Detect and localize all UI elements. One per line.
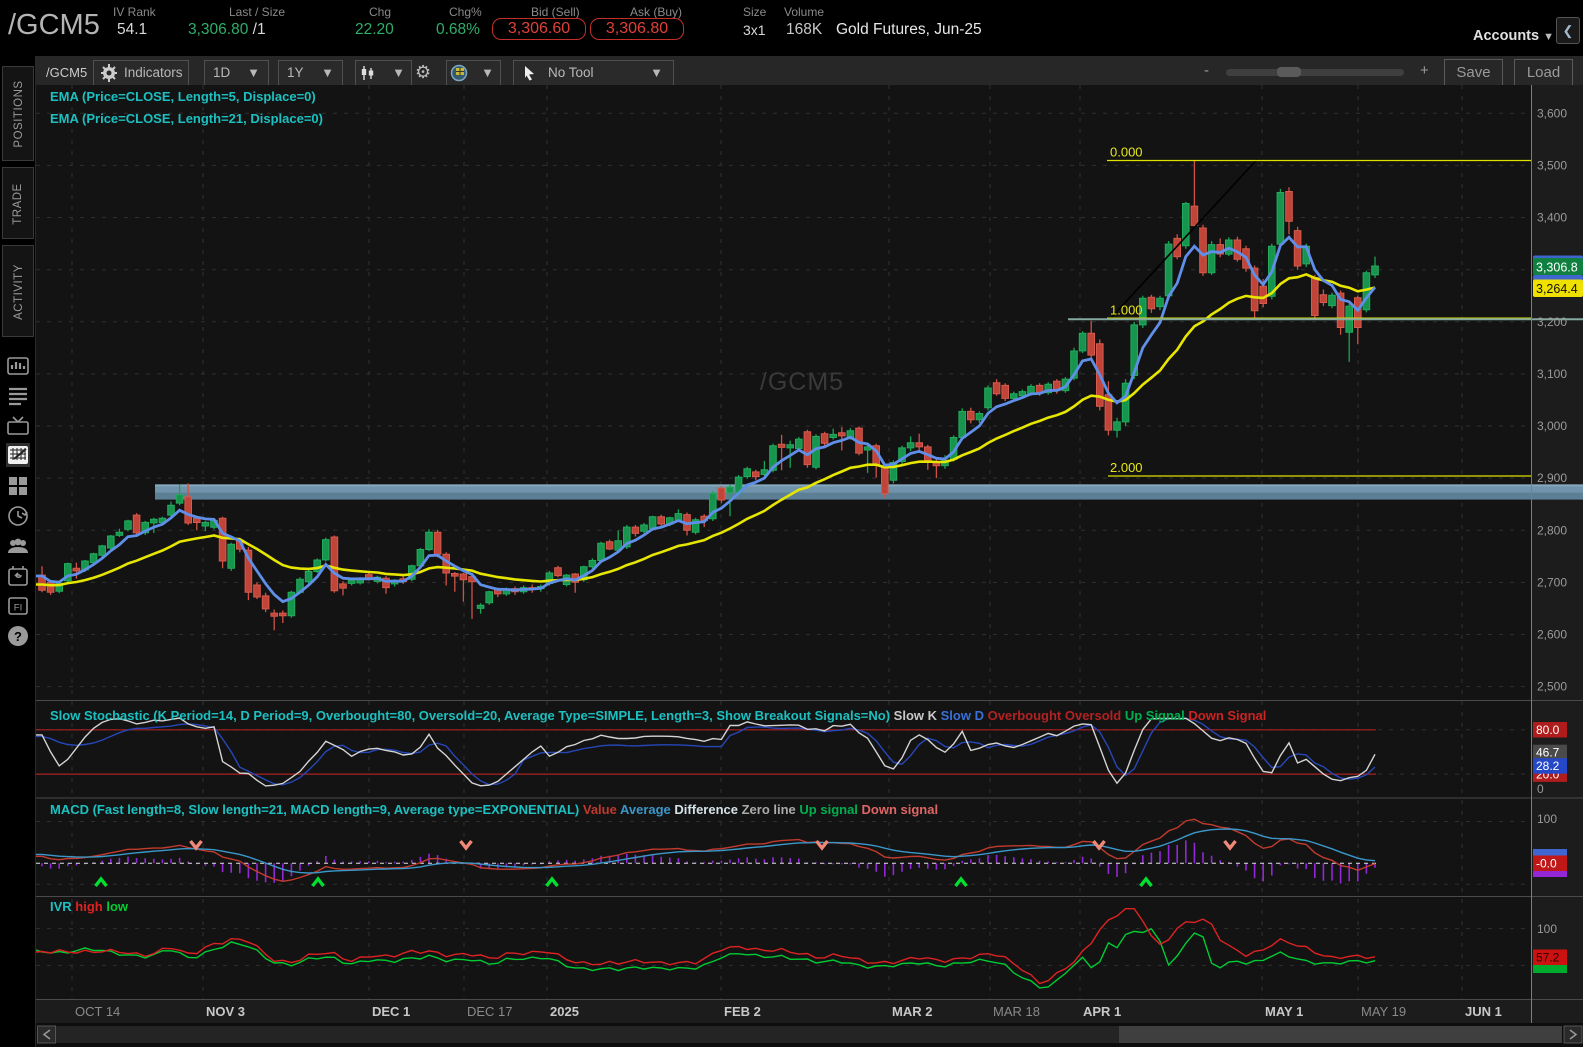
svg-text:DEC 1: DEC 1	[372, 1004, 410, 1019]
svg-text:2.000: 2.000	[1110, 460, 1143, 475]
svg-text:46.7: 46.7	[1536, 746, 1560, 760]
svg-text:3,400: 3,400	[1537, 211, 1567, 225]
svg-text:FI: FI	[14, 603, 22, 614]
svg-text:?: ?	[14, 629, 22, 644]
svg-text:DEC 17: DEC 17	[467, 1004, 513, 1019]
svg-text:1.000: 1.000	[1110, 303, 1143, 318]
svg-text:80.0: 80.0	[1536, 723, 1560, 737]
svg-text:OCT 14: OCT 14	[75, 1004, 120, 1019]
svg-text:/GCM5: /GCM5	[760, 368, 844, 396]
svg-text:FEB 2: FEB 2	[724, 1004, 761, 1019]
svg-text:3,000: 3,000	[1537, 419, 1567, 433]
svg-text:MAR 18: MAR 18	[993, 1004, 1040, 1019]
svg-text:100: 100	[1537, 812, 1557, 826]
svg-text:EMA (Price=CLOSE, Length=5, Di: EMA (Price=CLOSE, Length=5, Displace=0)	[50, 89, 316, 104]
svg-text:2,800: 2,800	[1537, 523, 1567, 537]
svg-text:JUN 1: JUN 1	[1465, 1004, 1502, 1019]
svg-text:3,306.8: 3,306.8	[1536, 261, 1578, 275]
svg-text:57.2: 57.2	[1536, 951, 1560, 965]
svg-text:-0.0: -0.0	[1536, 857, 1557, 871]
svg-text:0: 0	[1537, 782, 1544, 796]
svg-text:3,500: 3,500	[1537, 158, 1567, 172]
svg-text:MACD (Fast length=8, Slow leng: MACD (Fast length=8, Slow length=21, MAC…	[50, 802, 938, 817]
svg-text:3,264.4: 3,264.4	[1536, 282, 1578, 296]
svg-text:2025: 2025	[550, 1004, 579, 1019]
svg-text:MAY 19: MAY 19	[1361, 1004, 1406, 1019]
svg-text:MAY 1: MAY 1	[1265, 1004, 1303, 1019]
svg-text:3,200: 3,200	[1537, 315, 1567, 329]
svg-text:Slow Stochastic (K Period=14,: Slow Stochastic (K Period=14, D Period=9…	[50, 708, 1266, 723]
svg-text:APR 1: APR 1	[1083, 1004, 1121, 1019]
svg-text:MAR 2: MAR 2	[892, 1004, 932, 1019]
svg-text:2,900: 2,900	[1537, 471, 1567, 485]
svg-text:100: 100	[1537, 922, 1557, 936]
svg-text:IVR high low: IVR high low	[50, 899, 129, 914]
svg-text:3,600: 3,600	[1537, 106, 1567, 120]
svg-text:28.2: 28.2	[1536, 759, 1560, 773]
svg-text:0.000: 0.000	[1110, 145, 1143, 160]
svg-text:2,600: 2,600	[1537, 628, 1567, 642]
svg-text:2,500: 2,500	[1537, 680, 1567, 694]
svg-text:3,100: 3,100	[1537, 367, 1567, 381]
svg-text:EMA (Price=CLOSE, Length=21, D: EMA (Price=CLOSE, Length=21, Displace=0)	[50, 111, 323, 126]
svg-text:2,700: 2,700	[1537, 575, 1567, 589]
svg-text:NOV 3: NOV 3	[206, 1004, 245, 1019]
